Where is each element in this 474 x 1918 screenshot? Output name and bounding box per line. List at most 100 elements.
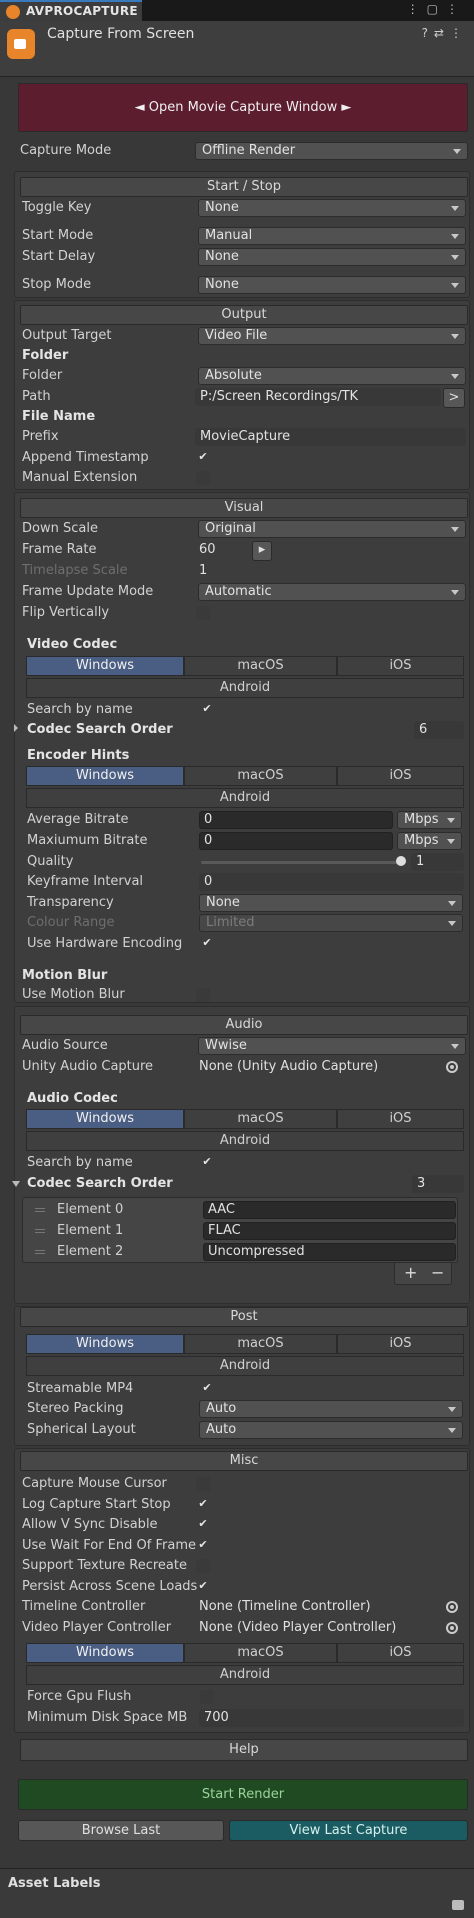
tab-windows[interactable]: Windows	[26, 1643, 184, 1663]
tab-ios[interactable]: iOS	[337, 1334, 464, 1354]
frame-update-mode-dropdown[interactable]: Automatic	[198, 583, 466, 601]
transparency-dropdown[interactable]: None	[199, 894, 463, 912]
start-delay-dropdown[interactable]: None	[198, 248, 466, 266]
tab-macos[interactable]: macOS	[184, 656, 337, 676]
force-gpu-flush-checkbox[interactable]	[200, 1690, 214, 1704]
down-scale-dropdown[interactable]: Original	[198, 520, 466, 538]
audio-codec-search-order-label[interactable]: Codec Search Order	[27, 1174, 173, 1194]
element-field[interactable]: FLAC	[203, 1222, 456, 1240]
folder-dropdown[interactable]: Absolute	[198, 367, 466, 385]
tab-android[interactable]: Android	[26, 1665, 464, 1685]
keyframe-interval-field[interactable]: 0	[199, 873, 464, 891]
object-picker-icon[interactable]	[446, 1601, 458, 1613]
remove-element-button[interactable]: −	[431, 1263, 444, 1283]
capture-mouse-cursor-checkbox[interactable]	[196, 1477, 210, 1491]
browse-last-button[interactable]: Browse Last	[18, 1820, 224, 1841]
misc-header[interactable]: Misc	[20, 1451, 468, 1471]
tab-ios[interactable]: iOS	[337, 656, 464, 676]
average-bitrate-unit-dropdown[interactable]: Mbps	[397, 811, 462, 829]
tab-android[interactable]: Android	[26, 1131, 464, 1151]
frame-rate-button[interactable]: ▸	[252, 541, 272, 561]
maximum-bitrate-unit-dropdown[interactable]: Mbps	[397, 832, 462, 850]
quality-slider-track[interactable]	[201, 861, 405, 864]
avpro-logo-icon	[6, 5, 20, 19]
path-field[interactable]: P:/Screen Recordings/TK	[195, 388, 441, 406]
prefix-field[interactable]: MovieCapture	[195, 428, 466, 446]
object-picker-icon[interactable]	[446, 1061, 458, 1073]
min-disk-space-field[interactable]: 700	[199, 1709, 464, 1727]
audio-codec-search-order-count[interactable]: 3	[412, 1175, 464, 1193]
component-settings-icon[interactable]: ?⇄⋮	[422, 26, 468, 40]
video-search-by-name-checkbox[interactable]: ✔	[200, 703, 214, 717]
start-render-button[interactable]: Start Render	[18, 1779, 468, 1810]
tab-ios[interactable]: iOS	[337, 1109, 464, 1129]
codec-search-order-foldout-icon[interactable]	[14, 724, 26, 732]
asset-labels-footer: Asset Labels	[0, 1868, 474, 1918]
visual-header[interactable]: Visual	[20, 498, 468, 518]
tab-macos[interactable]: macOS	[184, 766, 337, 786]
stop-mode-dropdown[interactable]: None	[198, 276, 466, 294]
quality-slider-handle[interactable]	[396, 856, 406, 866]
frame-rate-value[interactable]: 60	[199, 540, 216, 560]
spherical-layout-dropdown[interactable]: Auto	[199, 1421, 463, 1439]
audio-header[interactable]: Audio	[20, 1015, 468, 1035]
persist-scene-loads-checkbox[interactable]: ✔	[196, 1580, 210, 1594]
maximum-bitrate-field[interactable]: 0	[199, 832, 393, 850]
label-tag-icon[interactable]	[452, 1900, 464, 1910]
element-field[interactable]: AAC	[203, 1201, 456, 1219]
quality-value[interactable]: 1	[411, 853, 464, 871]
tab-ios[interactable]: iOS	[337, 766, 464, 786]
log-capture-checkbox[interactable]: ✔	[196, 1498, 210, 1512]
drag-handle-icon[interactable]	[35, 1208, 45, 1212]
capture-mode-dropdown[interactable]: Offline Render	[195, 142, 468, 160]
audio-source-dropdown[interactable]: Wwise	[198, 1037, 466, 1055]
start-mode-dropdown[interactable]: Manual	[198, 227, 466, 245]
tab-ios[interactable]: iOS	[337, 1643, 464, 1663]
average-bitrate-field[interactable]: 0	[199, 811, 393, 829]
element-label: Element 0	[57, 1202, 124, 1217]
hardware-encoding-checkbox[interactable]: ✔	[200, 937, 214, 951]
append-timestamp-checkbox[interactable]: ✔	[196, 451, 210, 465]
wait-end-of-frame-checkbox[interactable]: ✔	[196, 1539, 210, 1553]
texture-recreate-checkbox[interactable]	[196, 1559, 210, 1573]
object-picker-icon[interactable]	[446, 1622, 458, 1634]
audio-codec-order-foldout-icon[interactable]	[12, 1181, 20, 1187]
output-target-dropdown[interactable]: Video File	[198, 327, 466, 345]
tab-macos[interactable]: macOS	[184, 1334, 337, 1354]
use-motion-blur-checkbox[interactable]	[196, 988, 210, 1002]
tab-android[interactable]: Android	[26, 788, 464, 808]
post-header[interactable]: Post	[20, 1307, 468, 1327]
drag-handle-icon[interactable]	[35, 1250, 45, 1254]
streamable-mp4-checkbox[interactable]: ✔	[200, 1382, 214, 1396]
video-player-controller-field[interactable]: None (Video Player Controller)	[199, 1618, 396, 1638]
help-section-header[interactable]: Help	[20, 1739, 468, 1761]
drag-handle-icon[interactable]	[35, 1229, 45, 1233]
inspector-tab[interactable]: AVPROCAPTURE	[0, 0, 142, 21]
tab-windows[interactable]: Windows	[26, 766, 184, 786]
tab-windows[interactable]: Windows	[26, 1334, 184, 1354]
tab-windows[interactable]: Windows	[26, 1109, 184, 1129]
open-movie-capture-window-button[interactable]: ◄ Open Movie Capture Window ►	[18, 83, 468, 132]
tab-android[interactable]: Android	[26, 678, 464, 698]
path-browse-button[interactable]: >	[443, 388, 465, 408]
window-menu-icon[interactable]: ⋮▢⋮	[407, 2, 466, 16]
vsync-disable-checkbox[interactable]: ✔	[196, 1518, 210, 1532]
tab-macos[interactable]: macOS	[184, 1643, 337, 1663]
unity-audio-capture-field[interactable]: None (Unity Audio Capture)	[199, 1057, 378, 1077]
manual-extension-checkbox[interactable]	[196, 471, 210, 485]
add-element-button[interactable]: +	[404, 1263, 417, 1283]
audio-search-by-name-checkbox[interactable]: ✔	[200, 1156, 214, 1170]
tab-windows[interactable]: Windows	[26, 656, 184, 676]
output-header[interactable]: Output	[20, 305, 468, 325]
view-last-capture-button[interactable]: View Last Capture	[229, 1820, 468, 1841]
start-stop-header[interactable]: Start / Stop	[20, 177, 468, 197]
video-codec-search-order-count[interactable]: 6	[414, 721, 464, 739]
video-codec-search-order-label[interactable]: Codec Search Order	[27, 720, 173, 740]
timeline-controller-field[interactable]: None (Timeline Controller)	[199, 1597, 371, 1617]
toggle-key-dropdown[interactable]: None	[198, 199, 466, 217]
tab-android[interactable]: Android	[26, 1356, 464, 1376]
element-field[interactable]: Uncompressed	[203, 1243, 456, 1261]
tab-macos[interactable]: macOS	[184, 1109, 337, 1129]
flip-vertically-checkbox[interactable]	[196, 606, 210, 620]
stereo-packing-dropdown[interactable]: Auto	[199, 1400, 463, 1418]
